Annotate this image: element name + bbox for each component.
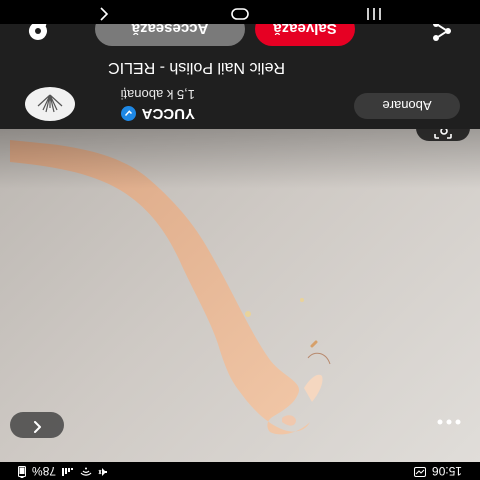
system-nav-bar <box>0 0 480 24</box>
status-bar: 15:06 78% <box>0 462 480 480</box>
status-right: 78% <box>18 464 108 479</box>
recents-button[interactable] <box>366 3 382 22</box>
pin-image[interactable] <box>0 115 480 462</box>
recents-icon <box>366 3 382 22</box>
back-button[interactable] <box>10 412 64 438</box>
follower-count: 1,5 k abonați <box>120 87 195 102</box>
creator-avatar[interactable] <box>25 87 75 121</box>
follow-button[interactable]: Abonare <box>354 93 460 119</box>
wifi-icon <box>80 464 92 478</box>
app-frame: 15:06 78% YUCCA 1,5 k abonați Abonare Re… <box>0 0 480 480</box>
creator-name-wrap[interactable]: YUCCA <box>120 105 195 122</box>
home-button[interactable] <box>231 3 249 22</box>
verified-icon <box>120 106 136 121</box>
image-shade <box>0 129 480 462</box>
mute-icon <box>98 464 108 478</box>
status-left: 15:06 <box>413 464 462 478</box>
yucca-logo-icon <box>37 94 63 113</box>
creator-name: YUCCA <box>141 105 195 122</box>
nav-back-button[interactable] <box>96 3 112 22</box>
notification-icon <box>413 464 426 478</box>
more-icon <box>437 414 461 437</box>
creator-row: YUCCA 1,5 k abonați Abonare <box>0 79 480 129</box>
pin-title: Relic Nail Polish - RELIC <box>108 59 285 76</box>
nav-back-icon <box>98 3 110 22</box>
status-time: 15:06 <box>431 464 462 478</box>
more-button[interactable] <box>428 412 470 438</box>
home-icon <box>231 3 249 22</box>
back-icon <box>31 416 43 434</box>
signal-icon <box>62 464 74 478</box>
battery-icon <box>18 464 26 479</box>
battery-level: 78% <box>32 464 57 478</box>
